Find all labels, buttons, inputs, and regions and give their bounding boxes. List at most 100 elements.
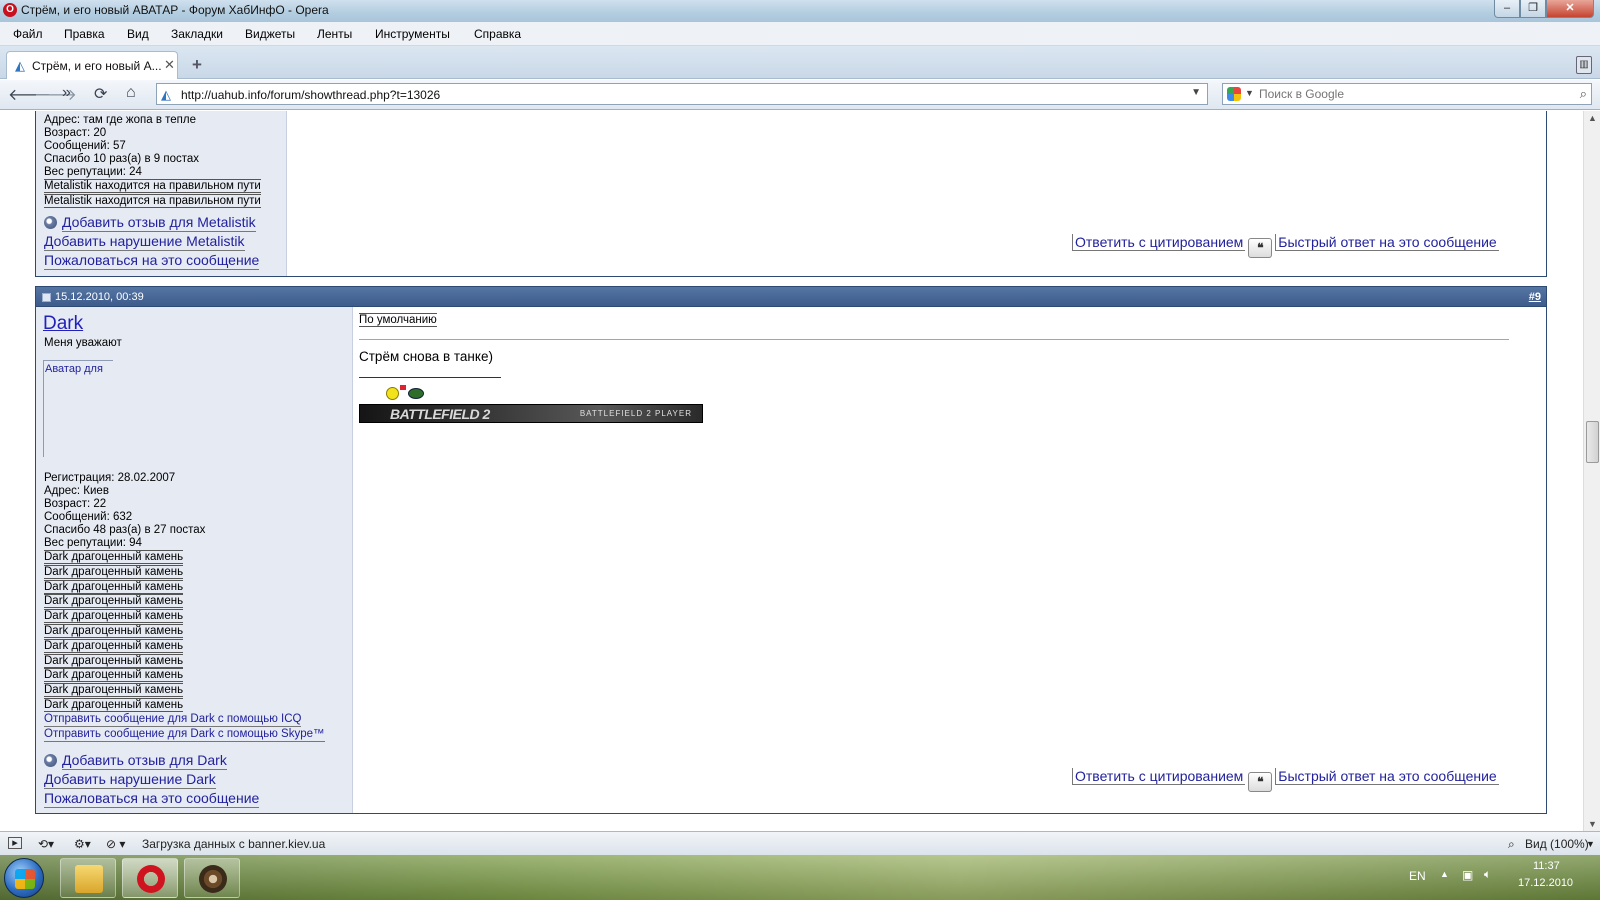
minimize-button[interactable]: –: [1494, 0, 1520, 18]
new-tab-button[interactable]: +: [192, 55, 202, 75]
volume-icon[interactable]: 🔈︎: [1484, 867, 1491, 882]
taskbar-explorer[interactable]: [60, 858, 116, 898]
user-thanks: Спасибо 10 раз(а) в 9 постах: [44, 153, 200, 165]
add-feedback-link[interactable]: Добавить отзыв для Dark: [44, 752, 227, 770]
address-toolbar: 🡐 🡒 » ⟳ ⌂ ◭ http://uahub.info/forum/show…: [0, 80, 1600, 110]
quick-reply-icon[interactable]: ❝: [1248, 238, 1273, 258]
panel-toggle-icon[interactable]: ▸: [8, 837, 22, 849]
clock-time[interactable]: 11:37: [1533, 860, 1560, 872]
menu-edit[interactable]: Правка: [64, 27, 105, 41]
scroll-thumb[interactable]: [1586, 421, 1599, 463]
taskbar: EN ▲ ▣ 🔈︎ 11:37 17.12.2010: [0, 855, 1600, 900]
window-title: Стрём, и его новый АВАТАР - Форум ХабИнф…: [21, 3, 329, 17]
reload-icon[interactable]: ⟳: [94, 84, 107, 104]
menu-view[interactable]: Вид: [127, 27, 149, 41]
banner-subtitle: BATTLEFIELD 2 PLAYER: [579, 409, 692, 418]
quote-reply-button[interactable]: Ответить с цитированием: [1072, 768, 1246, 785]
status-bar: ▸ ⟲▾ ⚙▾ ⊘ ▾ Загрузка данных с banner.kie…: [0, 831, 1600, 855]
network-icon[interactable]: ▣: [1462, 868, 1473, 882]
opera-logo-icon: O: [3, 3, 17, 17]
chevron-down-icon[interactable]: ▼: [1245, 88, 1254, 98]
home-icon[interactable]: ⌂: [126, 84, 136, 102]
fast-forward-icon[interactable]: »: [62, 84, 71, 102]
reputation-item: Metalistik находится на правильном пути: [44, 194, 261, 208]
close-button[interactable]: ✕: [1546, 0, 1594, 18]
reputation-item: Dark драгоценный камень: [44, 609, 184, 624]
user-reputation-weight: Вес репутации: 24: [44, 166, 142, 178]
quick-reply-button[interactable]: Быстрый ответ на это сообщение: [1275, 768, 1499, 785]
quick-reply-button[interactable]: Быстрый ответ на это сообщение: [1275, 234, 1499, 251]
signature-divider: [359, 377, 501, 378]
send-skype-link[interactable]: Отправить сообщение для Dark с помощью S…: [44, 728, 325, 742]
menu-file[interactable]: Файл: [13, 27, 43, 41]
post-permalink[interactable]: #9: [1529, 291, 1541, 303]
user-address: Адрес: Киев: [44, 485, 109, 497]
zoom-level[interactable]: Вид (100%): [1525, 837, 1589, 851]
site-favicon-icon: ◭: [15, 58, 25, 73]
language-indicator[interactable]: EN: [1409, 869, 1426, 883]
user-posts: Сообщений: 632: [44, 511, 133, 523]
post-message: Стрём снова в танке): [359, 349, 493, 364]
turbo-icon[interactable]: ⚙▾: [74, 837, 91, 851]
post-divider: [359, 339, 1509, 340]
feedback-icon: [44, 216, 57, 229]
send-icq-link[interactable]: Отправить сообщение для Dark с помощью I…: [44, 713, 302, 727]
quote-reply-button[interactable]: Ответить с цитированием: [1072, 234, 1246, 251]
page-scrollbar[interactable]: ▲ ▼: [1583, 111, 1600, 831]
chevron-down-icon[interactable]: ▼: [1191, 87, 1201, 98]
scroll-down-icon[interactable]: ▼: [1588, 819, 1597, 829]
block-content-icon[interactable]: ⊘ ▾: [106, 837, 125, 851]
user-reputation-weight: Вес репутации: 94: [44, 537, 142, 549]
chevron-down-icon[interactable]: ▼: [1586, 839, 1595, 849]
report-post-link[interactable]: Пожаловаться на это сообщение: [44, 252, 260, 270]
post-previous: Адрес: там где жопа в тепле Возраст: 20 …: [35, 111, 1547, 277]
sync-icon[interactable]: ⟲▾: [38, 837, 54, 851]
tab-active[interactable]: ◭ Стрём, и его новый А... ✕: [6, 51, 178, 79]
reputation-item: Dark драгоценный камень: [44, 638, 184, 653]
google-icon[interactable]: [1227, 87, 1241, 101]
taskbar-opera[interactable]: [122, 858, 178, 898]
post-date: 15.12.2010, 00:39: [55, 291, 144, 303]
add-violation-link[interactable]: Добавить нарушение Metalistik: [44, 233, 245, 251]
search-icon[interactable]: ⌕: [1580, 86, 1587, 102]
reputation-item: Dark драгоценный камень: [44, 683, 184, 698]
post-header: 15.12.2010, 00:39 #9: [35, 286, 1547, 307]
tab-close-icon[interactable]: ✕: [164, 57, 175, 73]
add-feedback-link[interactable]: Добавить отзыв для Metalistik: [44, 214, 256, 232]
battlefield-banner[interactable]: BATTLEFIELD 2 BATTLEFIELD 2 PLAYER: [359, 404, 703, 423]
scroll-up-icon[interactable]: ▲: [1588, 113, 1597, 123]
tray-expand-icon[interactable]: ▲: [1440, 869, 1449, 879]
menu-tools[interactable]: Инструменты: [375, 27, 450, 41]
url-text: http://uahub.info/forum/showthread.php?t…: [181, 88, 441, 102]
quick-reply-icon[interactable]: ❝: [1248, 772, 1273, 792]
user-info: Регистрация: 28.02.2007 Адрес: Киев Возр…: [44, 472, 205, 550]
add-violation-link[interactable]: Добавить нарушение Dark: [44, 771, 216, 789]
post-status-icon: [42, 293, 51, 302]
search-box[interactable]: ▼ ⌕: [1222, 83, 1592, 105]
user-info: Адрес: там где жопа в тепле Возраст: 20 …: [44, 114, 199, 179]
avatar: Аватар для: [43, 360, 113, 457]
clock-date[interactable]: 17.12.2010: [1518, 877, 1573, 889]
address-field[interactable]: ◭ http://uahub.info/forum/showthread.php…: [156, 83, 1208, 105]
reputation-list: Metalistik находится на правильном пути …: [44, 179, 261, 208]
start-button[interactable]: [4, 858, 44, 898]
post-icon-label: По умолчанию: [359, 313, 437, 327]
folder-icon: [75, 865, 103, 893]
trash-icon[interactable]: ▥: [1576, 56, 1592, 74]
menu-bookmarks[interactable]: Закладки: [171, 27, 223, 41]
user-age: Возраст: 22: [44, 498, 107, 510]
reputation-item: Dark драгоценный камень: [44, 653, 184, 668]
user-age: Возраст: 20: [44, 127, 107, 139]
menu-help[interactable]: Справка: [474, 27, 521, 41]
username-link[interactable]: Dark: [43, 313, 83, 335]
tab-title: Стрём, и его новый А...: [32, 59, 162, 73]
maximize-button[interactable]: ❐: [1520, 0, 1546, 18]
menu-widgets[interactable]: Виджеты: [245, 27, 295, 41]
search-input[interactable]: [1257, 86, 1557, 102]
opera-icon: [137, 865, 165, 893]
report-post-link[interactable]: Пожаловаться на это сообщение: [44, 790, 260, 808]
post-actions: Ответить с цитированием ❝ Быстрый ответ на…: [1072, 234, 1499, 258]
taskbar-app[interactable]: [184, 858, 240, 898]
zoom-icon[interactable]: ⌕: [1508, 837, 1515, 852]
menu-feeds[interactable]: Ленты: [317, 27, 352, 41]
